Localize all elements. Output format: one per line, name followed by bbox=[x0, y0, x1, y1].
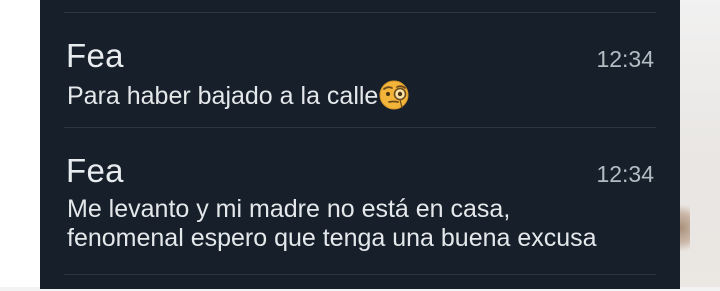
notification-message: Me levanto y mi madre no está en casa, f… bbox=[67, 195, 647, 253]
notification-sender: Fea bbox=[66, 152, 124, 189]
notification-message-line: fenomenal espero que tenga una buena exc… bbox=[67, 224, 597, 252]
notification-message-text: Para haber bajado a la calle bbox=[67, 82, 379, 110]
notification-sender: Fea bbox=[66, 37, 124, 74]
face-with-monocle-icon bbox=[379, 80, 409, 110]
notification-message-line: Me levanto y mi madre no está en casa, bbox=[67, 195, 511, 223]
background-photo-edge bbox=[680, 0, 720, 291]
notification-panel: Fea 12:34 Para haber bajado a la calle F… bbox=[40, 0, 680, 289]
notification-time: 12:34 bbox=[596, 161, 654, 187]
notification-time: 12:34 bbox=[596, 46, 654, 72]
notification-message: Para haber bajado a la calle bbox=[67, 80, 647, 111]
divider bbox=[64, 12, 656, 13]
divider bbox=[64, 127, 656, 128]
divider bbox=[64, 274, 656, 275]
background-photo-detail bbox=[680, 198, 690, 258]
